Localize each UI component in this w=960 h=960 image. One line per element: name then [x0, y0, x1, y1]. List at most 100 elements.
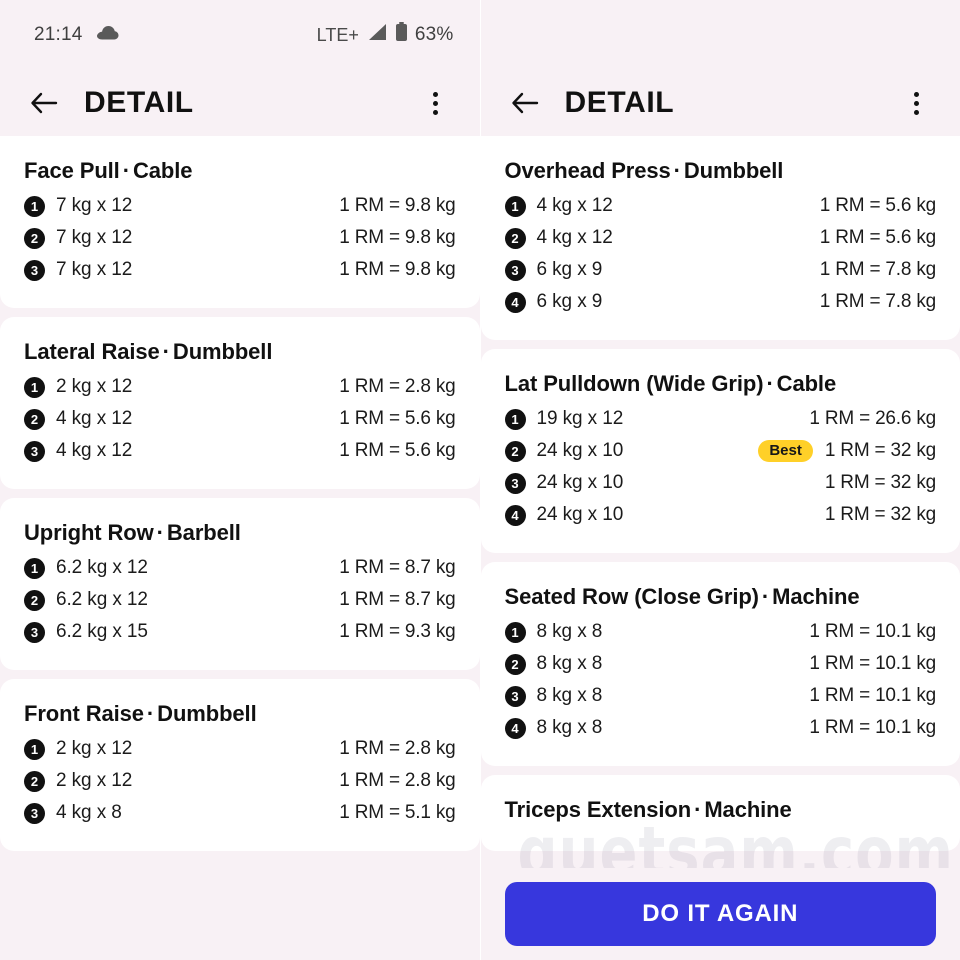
exercise-equipment: Cable — [132, 158, 193, 183]
status-bar-right: LTE+ 63% — [317, 22, 454, 48]
right-exercise-list[interactable]: Overhead Press · Dumbbell 1 4 kg x 12 1 RM = … — [480, 136, 960, 960]
status-bar-left: 21:14 — [34, 24, 119, 46]
one-rep-max-label: 1 RM = 10.1 kg — [809, 653, 936, 674]
right-app-bar: DETAIL — [480, 70, 960, 136]
left-exercise-list[interactable]: Face Pull · Cable 1 7 kg x 12 1 RM = 9.8 kg 2 7… — [0, 136, 480, 960]
set-row[interactable]: 2 6.2 kg x 12 1 RM = 8.7 kg — [24, 584, 456, 616]
one-rep-max-label: 1 RM = 2.8 kg — [339, 770, 456, 791]
set-load-label: 6 kg x 9 — [536, 291, 603, 312]
set-load-label: 7 kg x 12 — [56, 259, 133, 280]
exercise-title: Lateral Raise · Dumbbell — [24, 339, 456, 365]
one-rep-max-label: 1 RM = 10.1 kg — [809, 621, 936, 642]
title-separator: · — [673, 158, 681, 183]
set-load-label: 2 kg x 12 — [56, 376, 133, 397]
set-index-badge: 1 — [504, 408, 526, 430]
set-index-badge: 2 — [24, 589, 45, 611]
page-title: DETAIL — [84, 86, 194, 119]
set-load-label: 8 kg x 8 — [536, 685, 603, 706]
set-row[interactable]: 2 8 kg x 8 1 RM = 10.1 kg — [504, 648, 936, 680]
exercise-name: Triceps Extension — [504, 797, 692, 822]
set-row[interactable]: 2 4 kg x 12 1 RM = 5.6 kg — [504, 222, 936, 254]
set-row[interactable]: 3 24 kg x 10 1 RM = 32 kg — [504, 467, 936, 499]
set-row[interactable]: 1 2 kg x 12 1 RM = 2.8 kg — [24, 371, 456, 403]
set-index-badge: 3 — [504, 259, 526, 281]
exercise-card[interactable]: Lateral Raise · Dumbbell 1 2 kg x 12 1 RM = 2… — [0, 317, 480, 489]
set-index-badge: 2 — [24, 770, 45, 792]
back-arrow-icon[interactable] — [505, 83, 545, 123]
set-load-label: 2 kg x 12 — [56, 738, 133, 759]
set-row[interactable]: 3 6.2 kg x 15 1 RM = 9.3 kg — [24, 616, 456, 648]
more-vertical-icon[interactable] — [416, 83, 456, 123]
exercise-card[interactable]: Face Pull · Cable 1 7 kg x 12 1 RM = 9.8 kg 2 7… — [0, 136, 480, 308]
set-index-badge: 2 — [504, 653, 526, 675]
set-row[interactable]: 2 7 kg x 12 1 RM = 9.8 kg — [24, 222, 456, 254]
battery-percent-label: 63% — [414, 24, 454, 45]
set-row[interactable]: 3 4 kg x 8 1 RM = 5.1 kg — [24, 797, 456, 829]
one-rep-max-label: 1 RM = 8.7 kg — [339, 557, 456, 578]
set-row[interactable]: 2 2 kg x 12 1 RM = 2.8 kg — [24, 765, 456, 797]
set-row[interactable]: 4 8 kg x 8 1 RM = 10.1 kg — [504, 712, 936, 744]
set-row[interactable]: 2 24 kg x 10 Best 1 RM = 32 kg — [504, 435, 936, 467]
set-load-label: 4 kg x 12 — [536, 227, 613, 248]
set-row[interactable]: 1 2 kg x 12 1 RM = 2.8 kg — [24, 733, 456, 765]
one-rep-max-label: 1 RM = 5.1 kg — [339, 802, 456, 823]
exercise-card[interactable]: Front Raise · Dumbbell 1 2 kg x 12 1 RM = 2.8… — [0, 679, 480, 851]
exercise-title: Overhead Press · Dumbbell — [505, 158, 937, 184]
exercise-title: Upright Row · Barbell — [24, 520, 456, 546]
set-index-badge: 4 — [504, 504, 526, 526]
set-row[interactable]: 1 8 kg x 8 1 RM = 10.1 kg — [504, 616, 936, 648]
set-row[interactable]: 1 19 kg x 12 1 RM = 26.6 kg — [504, 403, 936, 435]
set-row[interactable]: 4 6 kg x 9 1 RM = 7.8 kg — [504, 286, 936, 318]
set-index-badge: 1 — [24, 557, 45, 579]
exercise-card[interactable]: Triceps Extension · Machine — [480, 775, 960, 851]
network-type-label: LTE+ — [316, 24, 359, 45]
set-index-badge: 3 — [504, 472, 526, 494]
exercise-card[interactable]: Seated Row (Close Grip) · Machine 1 8 kg x 8… — [480, 562, 960, 766]
left-app-bar: DETAIL — [0, 70, 480, 136]
set-load-label: 6.2 kg x 12 — [56, 557, 148, 578]
set-index-badge: 3 — [24, 621, 45, 643]
set-index-badge: 2 — [504, 227, 526, 249]
set-row[interactable]: 3 6 kg x 9 1 RM = 7.8 kg — [504, 254, 936, 286]
status-time: 21:14 — [34, 24, 83, 45]
best-badge: Best — [758, 440, 813, 462]
one-rep-max-label: 1 RM = 10.1 kg — [809, 717, 936, 738]
exercise-title: Front Raise · Dumbbell — [24, 701, 456, 727]
set-row[interactable]: 1 7 kg x 12 1 RM = 9.8 kg — [24, 190, 456, 222]
exercise-title: Face Pull · Cable — [24, 158, 456, 184]
title-separator: · — [694, 797, 702, 822]
cloud-icon — [96, 24, 119, 46]
set-index-badge: 2 — [504, 440, 526, 462]
exercise-equipment: Barbell — [166, 520, 241, 545]
set-row[interactable]: 3 4 kg x 12 1 RM = 5.6 kg — [24, 435, 456, 467]
set-load-label: 24 kg x 10 — [536, 440, 624, 461]
right-status-bar-spacer — [481, 0, 960, 70]
exercise-card[interactable]: Upright Row · Barbell 1 6.2 kg x 12 1 RM = 8.… — [0, 498, 480, 670]
exercise-card[interactable]: Overhead Press · Dumbbell 1 4 kg x 12 1 RM = … — [480, 136, 960, 340]
exercise-card[interactable]: Lat Pulldown (Wide Grip) · Cable 1 19 kg x 1… — [480, 349, 960, 553]
set-row[interactable]: 2 4 kg x 12 1 RM = 5.6 kg — [24, 403, 456, 435]
set-load-label: 2 kg x 12 — [56, 770, 133, 791]
one-rep-max-label: 1 RM = 5.6 kg — [339, 440, 456, 461]
one-rep-max-label: 1 RM = 7.8 kg — [819, 291, 936, 312]
set-row[interactable]: 4 24 kg x 10 1 RM = 32 kg — [504, 499, 936, 531]
set-row[interactable]: 3 8 kg x 8 1 RM = 10.1 kg — [504, 680, 936, 712]
set-row[interactable]: 1 4 kg x 12 1 RM = 5.6 kg — [504, 190, 936, 222]
right-phone-panel: DETAIL Overhead Press · Dumbbell 1 4 kg x 12… — [480, 0, 960, 960]
do-it-again-button[interactable]: DO IT AGAIN — [504, 882, 936, 946]
one-rep-max-label: 1 RM = 9.8 kg — [339, 227, 456, 248]
back-arrow-icon[interactable] — [24, 83, 64, 123]
exercise-equipment: Cable — [776, 371, 837, 396]
set-index-badge: 3 — [24, 259, 45, 281]
title-separator: · — [156, 520, 164, 545]
exercise-equipment: Dumbbell — [157, 701, 257, 726]
set-index-badge: 4 — [504, 291, 526, 313]
exercise-title: Seated Row (Close Grip) · Machine — [505, 584, 937, 610]
one-rep-max-label: 1 RM = 9.8 kg — [339, 195, 456, 216]
set-load-label: 6.2 kg x 15 — [56, 621, 148, 642]
one-rep-max-label: 1 RM = 7.8 kg — [819, 259, 936, 280]
set-row[interactable]: 3 7 kg x 12 1 RM = 9.8 kg — [24, 254, 456, 286]
exercise-name: Face Pull — [24, 158, 120, 183]
more-vertical-icon[interactable] — [896, 83, 936, 123]
set-row[interactable]: 1 6.2 kg x 12 1 RM = 8.7 kg — [24, 552, 456, 584]
